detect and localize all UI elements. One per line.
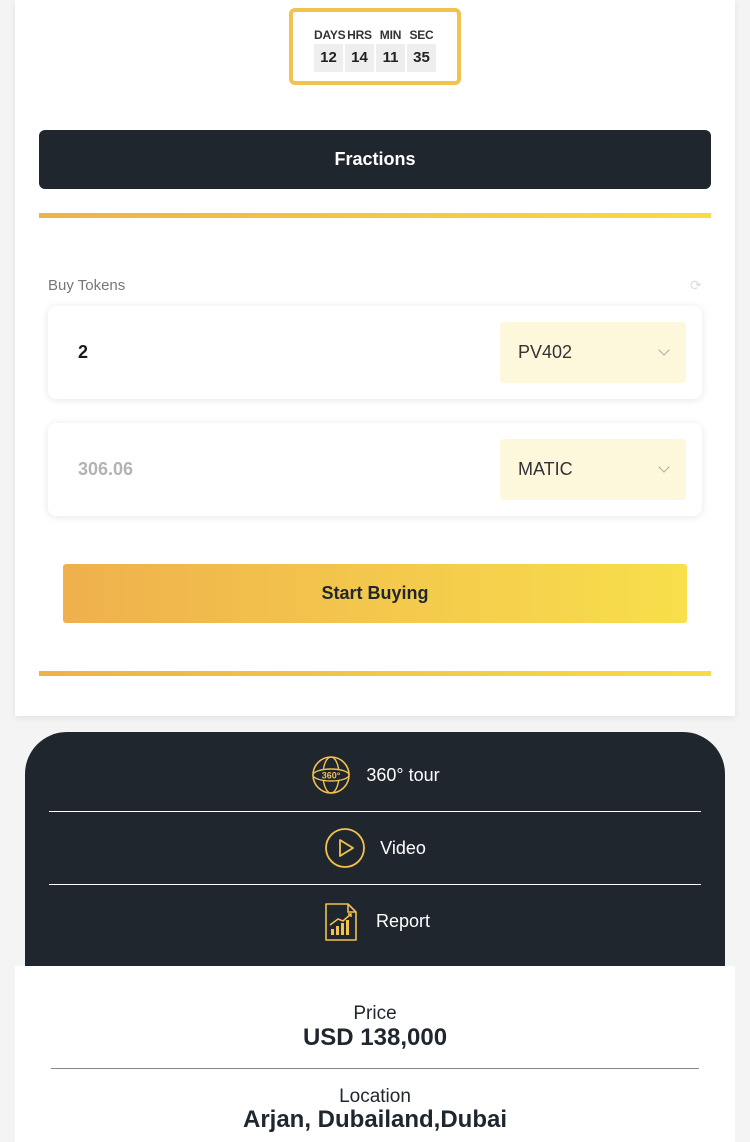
360-tour-icon: 360° <box>310 754 352 796</box>
divider-bottom <box>39 671 711 676</box>
countdown-sec-label: SEC <box>409 28 434 42</box>
report-label: Report <box>375 911 431 931</box>
countdown-hrs-value: 14 <box>345 44 374 72</box>
tour-360-label: 360° tour <box>366 764 440 785</box>
tour-360-link[interactable]: 360° 360° tour <box>49 739 701 812</box>
360-tour-icon-text: 360° <box>322 771 341 781</box>
price-value: USD 138,000 <box>302 1024 448 1051</box>
token-amount-field[interactable]: 2 PV402 <box>48 306 702 399</box>
report-link[interactable]: Report <box>49 885 701 958</box>
price-label: Price <box>353 1003 397 1024</box>
play-icon <box>324 827 366 869</box>
report-icon <box>320 901 362 943</box>
countdown-days-value: 12 <box>314 44 343 72</box>
countdown-sec-value: 35 <box>407 44 436 72</box>
video-link[interactable]: Video <box>49 812 701 885</box>
pay-amount-field[interactable]: 306.06 MATIC <box>48 423 702 516</box>
property-info-card: Price USD 138,000 Location Arjan, Dubail… <box>15 966 735 1142</box>
countdown-timer: DAYS HRS MIN SEC 12 14 11 35 <box>289 8 461 85</box>
buy-tokens-label: Buy Tokens <box>48 277 126 294</box>
countdown-days-label: DAYS <box>314 28 346 42</box>
video-label: Video <box>380 837 426 858</box>
location-label: Location <box>339 1086 411 1107</box>
currency-select[interactable]: MATIC <box>500 439 686 500</box>
token-select-value: PV402 <box>518 342 573 362</box>
refresh-icon: ⟳ <box>690 277 702 293</box>
start-buying-button[interactable]: Start Buying <box>63 564 687 623</box>
countdown-min-label: MIN <box>379 28 402 42</box>
chevron-down-icon <box>658 344 670 356</box>
countdown-min-value: 11 <box>376 44 405 72</box>
token-select[interactable]: PV402 <box>500 322 686 383</box>
token-amount-input[interactable]: 2 <box>78 306 88 399</box>
location-value: Arjan, Dubailand,Dubai <box>242 1106 508 1133</box>
currency-select-value: MATIC <box>518 459 573 479</box>
pay-amount-input[interactable]: 306.06 <box>78 423 133 516</box>
countdown-hrs-label: HRS <box>347 28 372 42</box>
chevron-down-icon <box>658 461 670 473</box>
info-divider <box>51 1068 699 1069</box>
divider-top <box>39 213 711 218</box>
fractions-button[interactable]: Fractions <box>39 130 711 189</box>
